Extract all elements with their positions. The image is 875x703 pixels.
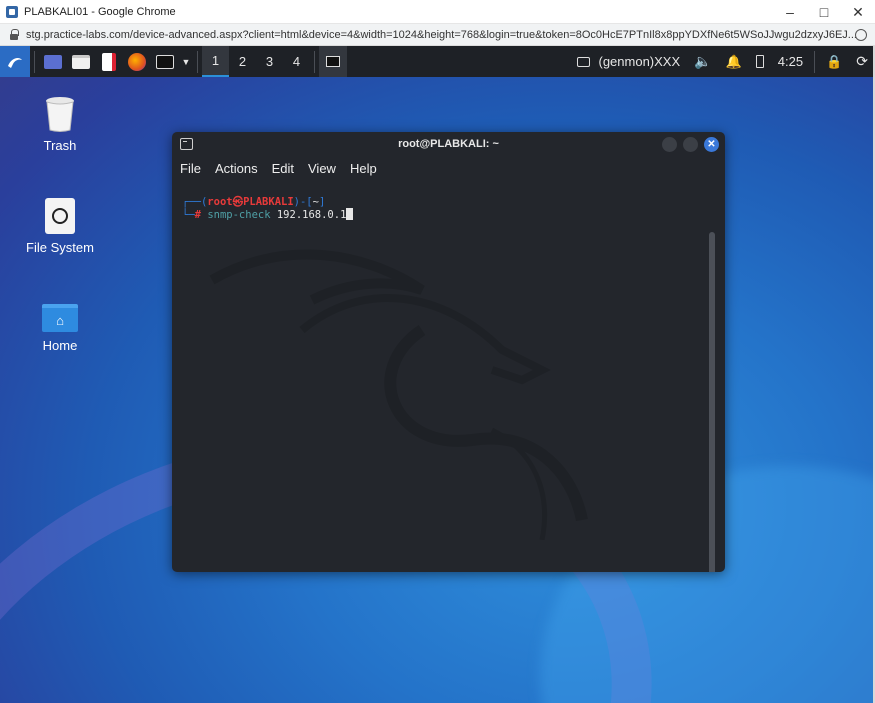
trash-icon (45, 96, 75, 132)
desktop-icon-trash[interactable]: Trash (15, 96, 105, 153)
terminal-scrollbar[interactable] (709, 232, 715, 572)
terminal-close-button[interactable]: ✕ (704, 137, 719, 152)
battery-icon[interactable] (749, 46, 771, 77)
maximize-button[interactable]: □ (807, 0, 841, 24)
menu-view[interactable]: View (308, 161, 336, 176)
kali-menu-icon[interactable] (0, 46, 30, 77)
desktop-icon-home[interactable]: ⌂ Home (15, 304, 105, 353)
zoom-icon[interactable] (855, 29, 867, 41)
chevron-down-icon[interactable]: ▼ (179, 46, 193, 77)
address-bar[interactable]: stg.practice-labs.com/device-advanced.as… (0, 24, 875, 46)
desktop-icon-label: Trash (43, 138, 77, 153)
show-desktop-icon[interactable] (41, 46, 65, 77)
terminal-window[interactable]: root@PLABKALI: ~ ✕ File Actions Edit Vie… (172, 132, 725, 572)
menu-actions[interactable]: Actions (215, 161, 258, 176)
terminal-task-icon (326, 56, 340, 67)
command-line[interactable]: └─# snmp-check 192.168.0.1 (182, 208, 354, 221)
workspace-4[interactable]: 4 (283, 46, 310, 77)
menu-file[interactable]: File (180, 161, 201, 176)
workspace-3[interactable]: 3 (256, 46, 283, 77)
browser-title-bar: PLABKALI01 - Google Chrome – □ ✕ (0, 0, 875, 24)
home-folder-icon: ⌂ (42, 304, 78, 332)
clock[interactable]: 4:25 (771, 46, 810, 77)
command-argument: 192.168.0.1 (276, 209, 347, 221)
desktop-icon-file-system[interactable]: File System (15, 198, 105, 255)
drive-icon (45, 198, 75, 234)
terminal-title: root@PLABKALI: ~ (398, 138, 499, 150)
terminal-maximize-button[interactable] (683, 137, 698, 152)
genmon-label: (genmon)XXX (598, 54, 681, 69)
terminal-menubar: File Actions Edit View Help (172, 156, 725, 180)
volume-icon[interactable]: 🔈 (687, 46, 718, 77)
desktop-icon-label: Home (42, 338, 78, 353)
text-editor-icon[interactable] (97, 46, 121, 77)
prompt-symbol: # (194, 209, 201, 221)
url-text[interactable]: stg.practice-labs.com/device-advanced.as… (26, 29, 856, 41)
file-manager-icon[interactable] (69, 46, 93, 77)
desktop-icon-label: File System (26, 240, 94, 255)
kali-dragon-watermark (209, 249, 588, 540)
workspace-1[interactable]: 1 (202, 46, 229, 77)
genmon-monitor[interactable]: (genmon)XXX (570, 46, 687, 77)
terminal-app-icon (180, 138, 193, 150)
favicon-icon (6, 5, 18, 18)
terminal-minimize-button[interactable] (662, 137, 677, 152)
text-cursor (346, 208, 354, 220)
taskbar-terminal-button[interactable] (319, 46, 347, 77)
window-title: PLABKALI01 - Google Chrome (24, 5, 176, 18)
remote-desktop[interactable]: ▼ 1 2 3 4 (genmon)XXX 🔈 🔔 4:25 🔒 ⟳ Trash… (0, 46, 875, 703)
workspace-2[interactable]: 2 (229, 46, 256, 77)
prompt-user: root㉿PLABKALI (207, 196, 294, 208)
monitor-icon (577, 56, 591, 67)
close-window-button[interactable]: ✕ (841, 0, 875, 24)
terminal-titlebar[interactable]: root@PLABKALI: ~ ✕ (172, 132, 725, 156)
firefox-icon[interactable] (125, 46, 149, 77)
minimize-button[interactable]: – (773, 0, 807, 24)
menu-edit[interactable]: Edit (272, 161, 294, 176)
terminal-content[interactable]: ┌──(root㉿PLABKALI)-[~] └─# snmp-check 19… (172, 180, 725, 572)
notification-bell-icon[interactable]: 🔔 (719, 46, 749, 77)
menu-help[interactable]: Help (350, 161, 377, 176)
lock-icon[interactable] (8, 28, 20, 41)
logout-icon[interactable]: ⟳ (849, 46, 875, 77)
terminal-launcher-icon[interactable] (153, 46, 177, 77)
prompt-line: ┌──(root㉿PLABKALI)-[~] (182, 196, 326, 208)
command-name: snmp-check (207, 209, 271, 221)
lock-screen-icon[interactable]: 🔒 (819, 46, 849, 77)
top-panel: ▼ 1 2 3 4 (genmon)XXX 🔈 🔔 4:25 🔒 ⟳ (0, 46, 875, 77)
